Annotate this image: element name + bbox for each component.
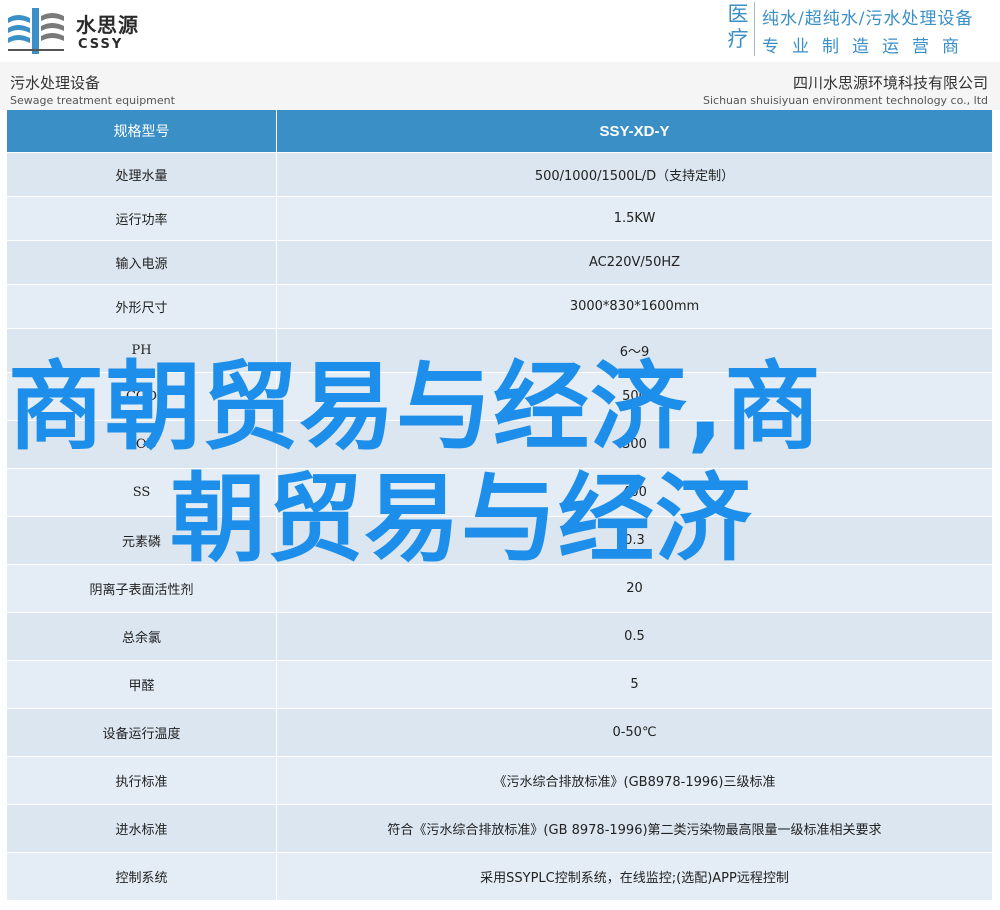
row-value: 1.5KW <box>613 211 656 226</box>
company-name-en: Sichuan shuisiyuan environment technolog… <box>702 94 988 107</box>
row-value: 0.3 <box>624 533 645 548</box>
table-row: SS 400 <box>7 469 992 517</box>
badge-char-bottom: 疗 <box>727 27 749 51</box>
row-value: 0-50℃ <box>612 725 657 740</box>
row-value: AC220V/50HZ <box>588 255 681 270</box>
table-row: 输入电源 AC220V/50HZ <box>7 241 992 285</box>
row-key: 总余氯 <box>7 613 277 660</box>
water-wave-logo-icon <box>8 8 64 54</box>
brand-logo[interactable]: 水思源 CSSY <box>6 4 166 56</box>
table-row: 进水标准 符合《污水综合排放标准》(GB 8978-1996)第二类污染物最高限… <box>7 805 992 853</box>
row-value: 20 <box>626 581 643 596</box>
row-value: 采用SSYPLC控制系统，在线监控;(选配)APP远程控制 <box>480 871 789 886</box>
row-key: BOD <box>7 421 277 468</box>
table-row: 执行标准 《污水综合排放标准》(GB8978-1996)三级标准 <box>7 757 992 805</box>
row-value: 《污水综合排放标准》(GB8978-1996)三级标准 <box>493 775 776 790</box>
row-key: 甲醛 <box>7 661 277 708</box>
table-row: BOD 300 <box>7 421 992 469</box>
table-row: 元素磷 0.3 <box>7 517 992 565</box>
badge-char-top: 医 <box>727 2 749 26</box>
spec-table: 规格型号 SSY-XD-Y 处理水量 500/1000/1500L/D（支持定制… <box>7 110 992 901</box>
row-key: 进水标准 <box>7 805 277 852</box>
section-header: 污水处理设备 Sewage treatment equipment 四川水思源环… <box>0 62 1000 110</box>
row-value: 0.5 <box>624 629 645 644</box>
row-value: 400 <box>622 485 647 500</box>
row-key: 外形尺寸 <box>7 285 277 328</box>
row-value: 500/1000/1500L/D（支持定制） <box>534 169 735 184</box>
table-header-row: 规格型号 SSY-XD-Y <box>7 110 992 153</box>
row-value: 6～9 <box>619 345 650 360</box>
top-banner: 水思源 CSSY 医 疗 纯水/超纯水/污水处理设备 专业制造运营商 <box>0 0 1000 62</box>
header-value-cell: SSY-XD-Y <box>599 122 670 140</box>
category-badge: 医 疗 <box>722 2 755 56</box>
row-key: 元素磷 <box>7 517 277 564</box>
table-row: COD 500 <box>7 373 992 421</box>
row-key: 控制系统 <box>7 853 277 900</box>
row-value: 300 <box>622 437 647 452</box>
table-row: 控制系统 采用SSYPLC控制系统，在线监控;(选配)APP远程控制 <box>7 853 992 901</box>
row-key: 处理水量 <box>7 153 277 196</box>
row-value: 符合《污水综合排放标准》(GB 8978-1996)第二类污染物最高限量一级标准… <box>387 823 882 838</box>
row-value: 3000*830*1600mm <box>569 299 700 314</box>
table-row: 运行功率 1.5KW <box>7 197 992 241</box>
row-key: 执行标准 <box>7 757 277 804</box>
row-key: SS <box>7 469 277 516</box>
row-key: COD <box>7 373 277 420</box>
row-value: 500 <box>622 389 647 404</box>
company-name-cn: 四川水思源环境科技有限公司 <box>792 74 988 92</box>
table-row: 设备运行温度 0-50℃ <box>7 709 992 757</box>
logo-english-text: CSSY <box>78 37 124 52</box>
logo-chinese-text: 水思源 <box>76 13 139 37</box>
row-key: 阴离子表面活性剂 <box>7 565 277 612</box>
table-row: 外形尺寸 3000*830*1600mm <box>7 285 992 329</box>
table-row: PH 6～9 <box>7 329 992 373</box>
slogan-operator: 专业制造运营商 <box>762 37 972 57</box>
row-key: 输入电源 <box>7 241 277 284</box>
section-title-en: Sewage treatment equipment <box>10 94 175 107</box>
table-row: 总余氯 0.5 <box>7 613 992 661</box>
row-key: PH <box>7 329 277 372</box>
table-row: 甲醛 5 <box>7 661 992 709</box>
slogan-products: 纯水/超纯水/污水处理设备 <box>762 9 974 29</box>
table-row: 阴离子表面活性剂 20 <box>7 565 992 613</box>
row-key: 设备运行温度 <box>7 709 277 756</box>
row-value: 5 <box>630 677 639 692</box>
table-row: 处理水量 500/1000/1500L/D（支持定制） <box>7 153 992 197</box>
header-key-cell: 规格型号 <box>7 110 277 152</box>
row-key: 运行功率 <box>7 197 277 240</box>
section-title-cn: 污水处理设备 <box>10 74 101 92</box>
